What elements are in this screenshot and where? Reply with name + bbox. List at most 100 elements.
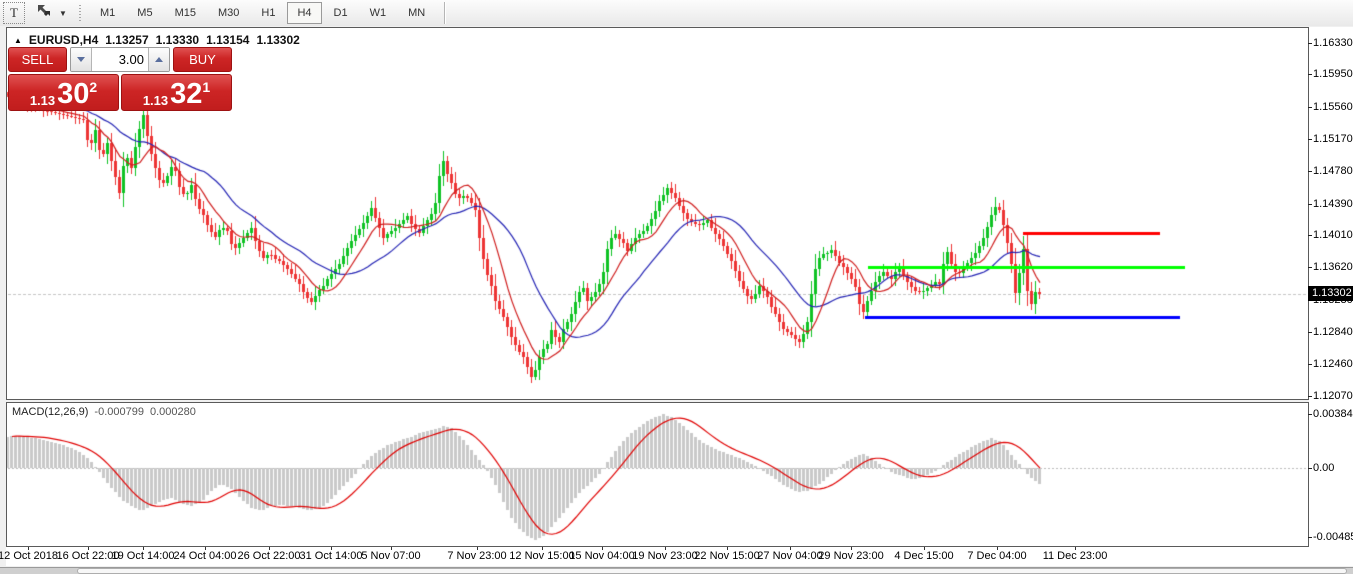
time-axis-tick <box>790 547 791 550</box>
volume-decrease-button[interactable] <box>71 48 92 71</box>
toolbar-grip <box>77 3 84 23</box>
price-axis-tick <box>1308 235 1312 236</box>
price-axis-tick <box>1308 43 1312 44</box>
timeframe-h1-button[interactable]: H1 <box>251 2 285 24</box>
scrollbar-thumb[interactable] <box>77 568 1347 574</box>
low-value: 1.13154 <box>206 33 249 47</box>
timeframe-m1-button[interactable]: M1 <box>90 2 125 24</box>
time-axis-tick <box>391 547 392 550</box>
time-axis-tick <box>28 547 29 550</box>
macd-axis-label: 0.00 <box>1313 462 1334 474</box>
buy-button[interactable]: BUY <box>173 47 232 72</box>
time-axis-label: 15 Nov 04:00 <box>569 550 634 562</box>
one-click-trading-panel: SELL BUY 1.13 30 2 1.13 32 1 <box>8 47 232 111</box>
sell-price-pip: 2 <box>89 80 97 94</box>
text-tool-icon: T <box>10 5 18 21</box>
time-axis-label: 7 Dec 04:00 <box>967 550 1026 562</box>
time-axis-label: 29 Nov 23:00 <box>818 550 883 562</box>
macd-chart-canvas[interactable] <box>7 403 1307 545</box>
macd-axis-tick <box>1308 468 1312 469</box>
time-axis-label: 19 Oct 14:00 <box>112 550 175 562</box>
price-axis-tick <box>1308 204 1312 205</box>
macd-value: -0.000799 <box>94 406 144 418</box>
time-axis-tick <box>727 547 728 550</box>
chevron-down-icon[interactable]: ▼ <box>57 3 69 23</box>
macd-axis-tick <box>1308 414 1312 415</box>
time-axis-tick <box>88 547 89 550</box>
price-axis-tick <box>1308 171 1312 172</box>
time-axis-label: 27 Nov 04:00 <box>757 550 822 562</box>
time-axis-tick <box>542 547 543 550</box>
price-axis-tick <box>1308 396 1312 397</box>
time-axis-tick <box>143 547 144 550</box>
time-axis-label: 12 Nov 15:00 <box>509 550 574 562</box>
time-axis-label: 11 Dec 23:00 <box>1043 550 1108 562</box>
time-axis-label: 16 Oct 22:00 <box>57 550 120 562</box>
horizontal-scrollbar[interactable] <box>0 567 1353 574</box>
sell-button-label: SELL <box>22 52 54 67</box>
time-axis-label: 26 Oct 22:00 <box>238 550 301 562</box>
time-axis-tick <box>269 547 270 550</box>
buy-price-handle: 1.13 <box>143 94 168 107</box>
buy-button-label: BUY <box>189 52 216 67</box>
time-axis-label: 12 Oct 2018 <box>0 550 58 562</box>
timeframe-m5-button[interactable]: M5 <box>127 2 162 24</box>
timeframe-w1-button[interactable]: W1 <box>360 2 397 24</box>
buy-price-pip: 1 <box>202 80 210 94</box>
price-axis-label: 1.13620 <box>1313 261 1353 273</box>
macd-axis-tick <box>1308 537 1312 538</box>
macd-indicator-label: MACD(12,26,9) -0.000799 0.000280 <box>12 406 196 418</box>
price-axis-label: 1.12070 <box>1313 390 1353 402</box>
price-axis-tick <box>1308 267 1312 268</box>
macd-signal-value: 0.000280 <box>150 406 196 418</box>
price-axis-label: 1.12840 <box>1313 326 1353 338</box>
timeframe-h4-button[interactable]: H4 <box>287 2 321 24</box>
price-axis-label: 1.15560 <box>1313 101 1353 113</box>
time-axis-label: 19 Nov 23:00 <box>632 550 697 562</box>
time-axis-tick <box>205 547 206 550</box>
time-axis-label: 24 Oct 04:00 <box>174 550 237 562</box>
timeframe-m15-button[interactable]: M15 <box>165 2 206 24</box>
time-axis-label: 4 Dec 15:00 <box>894 550 953 562</box>
price-axis-label: 1.12460 <box>1313 358 1353 370</box>
price-axis-tick <box>1308 139 1312 140</box>
open-value: 1.13257 <box>105 33 148 47</box>
time-axis-tick <box>924 547 925 550</box>
chart-header: ▲ EURUSD,H4 1.13257 1.13330 1.13154 1.13… <box>14 33 300 47</box>
macd-axis-label: -0.004856 <box>1313 531 1353 543</box>
sell-button[interactable]: SELL <box>8 47 67 72</box>
arrows-tool-button[interactable] <box>31 3 57 23</box>
time-axis-tick <box>851 547 852 550</box>
timeframe-mn-button[interactable]: MN <box>398 2 435 24</box>
price-axis-label: 1.16330 <box>1313 37 1353 49</box>
arrows-icon <box>35 3 53 23</box>
price-axis-label: 1.14780 <box>1313 165 1353 177</box>
panel-toggle-icon[interactable]: ▲ <box>14 36 22 45</box>
triangle-down-icon <box>77 57 85 62</box>
macd-name: MACD(12,26,9) <box>12 406 88 418</box>
close-value: 1.13302 <box>256 33 299 47</box>
price-axis-tick <box>1308 332 1312 333</box>
sell-price-box[interactable]: 1.13 30 2 <box>8 74 119 111</box>
price-axis-tick <box>1308 74 1312 75</box>
triangle-up-icon <box>155 57 163 62</box>
sell-price-handle: 1.13 <box>30 94 55 107</box>
time-axis-tick <box>1075 547 1076 550</box>
time-axis-tick <box>665 547 666 550</box>
buy-price-box[interactable]: 1.13 32 1 <box>121 74 232 111</box>
timeframe-d1-button[interactable]: D1 <box>324 2 358 24</box>
time-axis-label: 22 Nov 15:00 <box>694 550 759 562</box>
sell-price-big: 30 <box>57 82 89 107</box>
timeframe-m30-button[interactable]: M30 <box>208 2 249 24</box>
volume-increase-button[interactable] <box>148 48 169 71</box>
toolbar-separator <box>444 2 445 24</box>
price-axis-label: 1.15950 <box>1313 68 1353 80</box>
time-axis-label: 7 Nov 23:00 <box>447 550 506 562</box>
text-tool-button[interactable]: T <box>3 2 25 24</box>
toolbar: T ▼ M1 M5 M15 M30 H1 H4 D1 W1 MN <box>0 0 1353 26</box>
time-axis-tick <box>997 547 998 550</box>
time-axis-tick <box>477 547 478 550</box>
volume-input[interactable] <box>92 48 148 71</box>
symbol-period-label: EURUSD,H4 <box>29 33 98 47</box>
price-axis-tick <box>1308 364 1312 365</box>
